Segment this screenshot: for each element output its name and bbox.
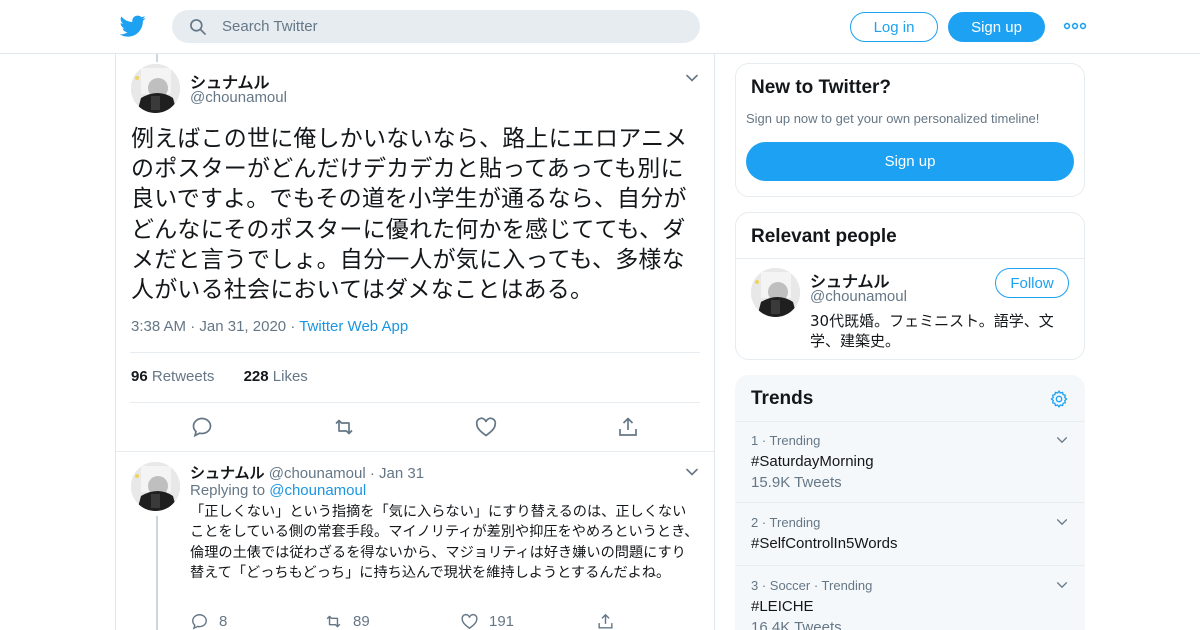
divider bbox=[130, 402, 700, 403]
share-button[interactable] bbox=[596, 612, 625, 630]
person-handle[interactable]: @chounamoul bbox=[810, 288, 907, 305]
share-icon bbox=[598, 614, 613, 629]
retweets-stat[interactable]: 96 Retweets bbox=[131, 368, 214, 385]
tweet-date[interactable]: Jan 31, 2020 bbox=[199, 318, 286, 335]
share-icon[interactable] bbox=[616, 415, 640, 439]
like-count: 228 bbox=[243, 368, 269, 385]
retweets-label: Retweets bbox=[151, 368, 215, 385]
chevron-down-icon[interactable] bbox=[1055, 515, 1069, 529]
divider bbox=[736, 258, 1084, 259]
separator-dot: · bbox=[290, 318, 300, 335]
search-input[interactable] bbox=[222, 10, 682, 43]
tweet-stats: 96 Retweets 228 Likes bbox=[131, 368, 308, 385]
reply-icon bbox=[192, 614, 207, 630]
retweet-count: 89 bbox=[353, 613, 370, 630]
chevron-down-icon[interactable] bbox=[1055, 578, 1069, 592]
signup-button[interactable]: Sign up bbox=[948, 12, 1045, 42]
replying-to-label: Replying to bbox=[190, 482, 266, 499]
trend-meta: 3 · Soccer · Trending bbox=[751, 578, 873, 593]
chevron-down-icon[interactable] bbox=[1055, 433, 1069, 447]
chevron-down-icon[interactable] bbox=[684, 70, 700, 86]
retweet-icon bbox=[326, 615, 341, 628]
tweet-timestamp: 3:38 AM · Jan 31, 2020 · Twitter Web App bbox=[131, 318, 408, 335]
like-heart-icon bbox=[461, 613, 478, 630]
divider bbox=[116, 451, 714, 452]
card-title: New to Twitter? bbox=[751, 77, 892, 98]
tweet-time[interactable]: 3:38 AM bbox=[131, 318, 186, 335]
divider bbox=[736, 421, 1084, 422]
card-title: Trends bbox=[751, 388, 814, 409]
relevant-people-card: Relevant people シュナムル @chounamoul 30代既婚。… bbox=[735, 212, 1085, 360]
divider bbox=[130, 352, 700, 353]
thread-connector bbox=[156, 54, 158, 62]
reply-icon[interactable] bbox=[190, 415, 214, 439]
search-bar[interactable] bbox=[172, 10, 700, 43]
chevron-down-icon[interactable] bbox=[684, 464, 700, 480]
trend-meta: 2 · Trending bbox=[751, 515, 821, 530]
trend-count: 16.4K Tweets bbox=[751, 619, 842, 630]
avatar-image-icon bbox=[751, 268, 800, 317]
reply-date[interactable]: Jan 31 bbox=[379, 465, 424, 482]
new-to-twitter-card: New to Twitter? Sign up now to get your … bbox=[735, 63, 1085, 197]
sidebar-signup-button[interactable]: Sign up bbox=[746, 142, 1074, 181]
separator-dot: · bbox=[369, 465, 380, 482]
avatar[interactable] bbox=[131, 64, 180, 113]
follow-button[interactable]: Follow bbox=[995, 268, 1069, 298]
retweet-icon[interactable] bbox=[332, 415, 356, 439]
divider bbox=[736, 502, 1084, 503]
thread-connector bbox=[156, 516, 158, 630]
replying-to-link[interactable]: @chounamoul bbox=[269, 482, 366, 499]
trend-name[interactable]: #SelfControlIn5Words bbox=[751, 535, 897, 552]
settings-gear-icon[interactable] bbox=[1049, 389, 1069, 409]
trend-count: 15.9K Tweets bbox=[751, 474, 842, 491]
more-options-icon[interactable] bbox=[1062, 16, 1088, 36]
likes-stat[interactable]: 228 Likes bbox=[244, 368, 308, 385]
person-bio: 30代既婚。フェミニスト。語学、文学、建築史。 bbox=[810, 312, 1054, 350]
replying-to: Replying to @chounamoul bbox=[190, 482, 366, 499]
reply-count: 8 bbox=[219, 613, 228, 630]
login-button[interactable]: Log in bbox=[850, 12, 938, 42]
twitter-logo-icon[interactable] bbox=[120, 13, 146, 39]
reply-header: シュナムル @chounamoul · Jan 31 bbox=[190, 462, 424, 483]
like-button[interactable]: 191 bbox=[460, 612, 514, 630]
avatar[interactable] bbox=[131, 462, 180, 511]
trend-name[interactable]: #SaturdayMorning bbox=[751, 453, 874, 470]
top-bar: Log in Sign up bbox=[0, 0, 1200, 54]
reply-button[interactable]: 8 bbox=[190, 612, 227, 630]
main-timeline: シュナムル @chounamoul 例えばこの世に俺しかいないなら、路上にエロア… bbox=[115, 54, 715, 630]
like-count: 191 bbox=[489, 613, 515, 630]
card-subtitle: Sign up now to get your own personalized… bbox=[746, 111, 1040, 126]
retweet-button[interactable]: 89 bbox=[324, 612, 370, 630]
tweet-author-handle[interactable]: @chounamoul bbox=[190, 89, 287, 106]
likes-label: Likes bbox=[272, 368, 308, 385]
retweet-count: 96 bbox=[131, 368, 148, 385]
avatar-image-icon bbox=[131, 462, 180, 511]
reply-author-name[interactable]: シュナムル bbox=[190, 465, 265, 482]
reply-text: 「正しくない」という指摘を「気に入らない」にすり替えるのは、正しくないことをして… bbox=[190, 504, 699, 582]
avatar-image-icon bbox=[131, 64, 180, 113]
tweet-text: 例えばこの世に俺しかいないなら、路上にエロアニメのポスターがどんだけデカデカと貼… bbox=[131, 126, 688, 304]
card-title: Relevant people bbox=[751, 226, 897, 247]
avatar[interactable] bbox=[751, 268, 800, 317]
divider bbox=[736, 565, 1084, 566]
trend-name[interactable]: #LEICHE bbox=[751, 598, 814, 615]
tweet-source-link[interactable]: Twitter Web App bbox=[299, 318, 408, 335]
trend-meta: 1 · Trending bbox=[751, 433, 821, 448]
reply-author-handle[interactable]: @chounamoul bbox=[269, 465, 366, 482]
trends-card: Trends 1 · Trending #SaturdayMorning 15.… bbox=[735, 375, 1085, 630]
search-icon bbox=[190, 19, 206, 35]
separator-dot: · bbox=[190, 318, 200, 335]
like-heart-icon[interactable] bbox=[474, 415, 498, 439]
